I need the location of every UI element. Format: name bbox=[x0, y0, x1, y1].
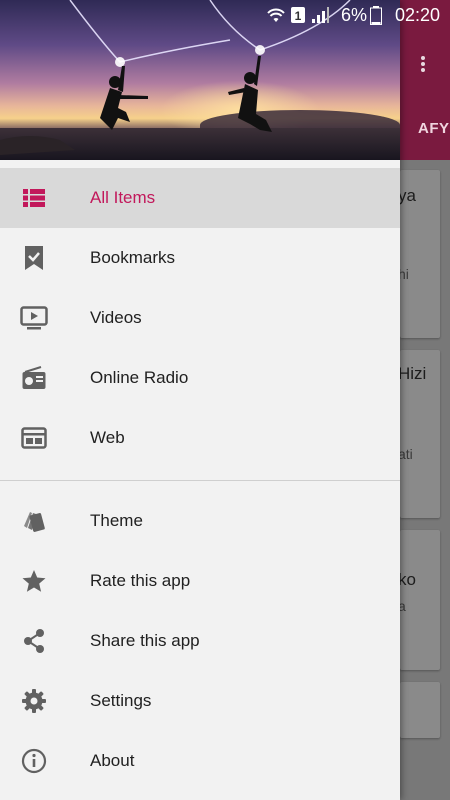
menu-item-label: Videos bbox=[90, 308, 142, 327]
menu-item-videos[interactable]: Videos bbox=[0, 288, 400, 348]
web-icon bbox=[20, 424, 48, 452]
menu-item-label: Theme bbox=[90, 511, 143, 530]
card-snippet: a bbox=[400, 598, 406, 614]
card-title: ko bbox=[400, 570, 416, 589]
battery-icon bbox=[370, 6, 382, 25]
battery-percent: 6% bbox=[341, 5, 368, 25]
bookmark-check-icon bbox=[20, 244, 48, 272]
menu-item-label: About bbox=[90, 751, 135, 770]
card-snippet: ati bbox=[400, 446, 413, 462]
background-card: ko a bbox=[400, 530, 440, 670]
drawer-divider bbox=[0, 480, 400, 481]
menu-item-share-app[interactable]: Share this app bbox=[0, 611, 400, 671]
menu-item-online-radio[interactable]: Online Radio bbox=[0, 348, 400, 408]
menu-item-label: Rate this app bbox=[90, 571, 191, 590]
card-title: Hizi bbox=[400, 364, 427, 383]
card-snippet: hi bbox=[400, 266, 409, 282]
menu-item-bookmarks[interactable]: Bookmarks bbox=[0, 228, 400, 288]
drawer-menu: All Items Bookmarks Videos Online Radio … bbox=[0, 168, 400, 791]
clock: 02:20 bbox=[394, 5, 440, 25]
status-bar: 1 6% 02:20 bbox=[0, 0, 450, 30]
share-icon bbox=[20, 627, 48, 655]
list-icon bbox=[20, 184, 48, 212]
menu-item-label: Bookmarks bbox=[90, 248, 176, 267]
menu-item-about[interactable]: About bbox=[0, 731, 400, 791]
overflow-menu-icon bbox=[418, 54, 428, 76]
menu-item-all-items[interactable]: All Items bbox=[0, 168, 400, 228]
theme-icon bbox=[20, 507, 48, 535]
menu-item-theme[interactable]: Theme bbox=[0, 491, 400, 551]
menu-item-web[interactable]: Web bbox=[0, 408, 400, 468]
radio-icon bbox=[20, 364, 48, 392]
svg-text:1: 1 bbox=[295, 9, 302, 23]
navigation-drawer: All Items Bookmarks Videos Online Radio … bbox=[0, 0, 400, 800]
menu-item-label: Share this app bbox=[90, 631, 200, 650]
background-tab: AFY bbox=[418, 120, 450, 137]
menu-item-label: Web bbox=[90, 428, 125, 447]
wifi-icon bbox=[267, 8, 285, 22]
info-icon bbox=[20, 747, 48, 775]
signal-icon bbox=[312, 7, 329, 23]
menu-item-label: Settings bbox=[90, 691, 152, 710]
video-play-icon bbox=[20, 304, 48, 332]
background-card: Hizi ati bbox=[400, 350, 440, 518]
background-card: ya hi bbox=[400, 170, 440, 338]
gear-icon bbox=[20, 687, 48, 715]
card-title: ya bbox=[400, 186, 416, 205]
menu-item-label: All Items bbox=[90, 188, 156, 207]
star-icon bbox=[20, 567, 48, 595]
menu-item-settings[interactable]: Settings bbox=[0, 671, 400, 731]
menu-item-label: Online Radio bbox=[90, 368, 189, 387]
menu-item-rate-app[interactable]: Rate this app bbox=[0, 551, 400, 611]
background-card bbox=[400, 682, 440, 738]
sim-icon: 1 bbox=[291, 7, 305, 23]
